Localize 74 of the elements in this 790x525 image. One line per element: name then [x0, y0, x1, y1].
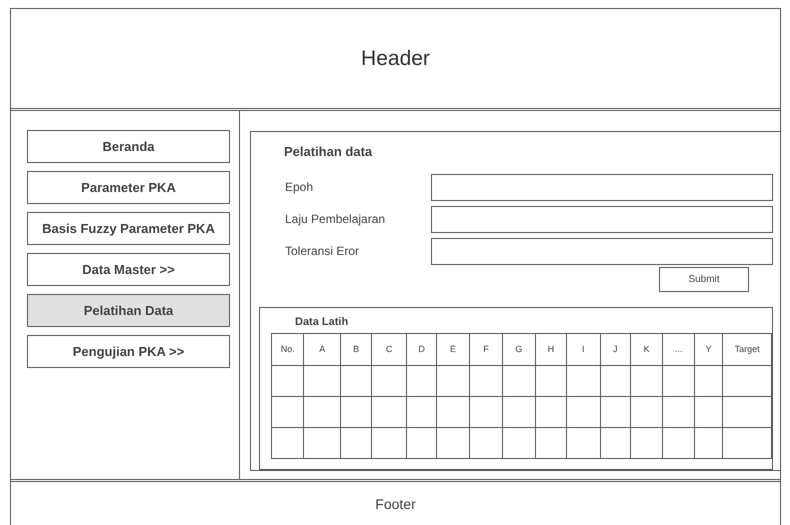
table-cell: [630, 428, 663, 458]
table-cell: [372, 428, 406, 458]
header-title: Header: [361, 46, 430, 72]
form-title: Pelatihan data: [284, 143, 374, 161]
table-cell: [372, 396, 406, 428]
table-cell: [694, 396, 723, 428]
table-cell: [436, 366, 470, 396]
table-cell: [340, 428, 372, 458]
table-cell: [272, 366, 304, 396]
sidebar-item[interactable]: Data Master >>: [27, 253, 230, 286]
table-cell: [469, 396, 503, 428]
table-cell: [662, 396, 694, 428]
table-cell: [600, 366, 630, 396]
field-label: Epoh: [285, 179, 314, 196]
column-header: D: [406, 334, 437, 366]
column-header: B: [340, 334, 372, 366]
input-field[interactable]: [431, 238, 773, 264]
table-cell: [372, 366, 406, 396]
column-header: Target: [722, 334, 772, 366]
sidebar-item[interactable]: Pelatihan Data: [27, 294, 230, 327]
table-cell: [436, 396, 470, 428]
table-cell: [694, 366, 723, 396]
sidebar-item[interactable]: Parameter PKA: [27, 171, 230, 204]
table-title: Data Latih: [295, 314, 350, 330]
table-cell: [600, 428, 630, 458]
column-header: J: [600, 334, 630, 366]
column-header: I: [566, 334, 600, 366]
table-cell: [304, 396, 340, 428]
column-header: E: [436, 334, 470, 366]
table-cell: [469, 366, 503, 396]
column-header: H: [535, 334, 567, 366]
table-cell: [535, 428, 567, 458]
table-cell: [662, 366, 694, 396]
table-cell: [469, 428, 503, 458]
table-cell: [566, 396, 600, 428]
field-label: Laju Pembelajaran: [285, 211, 386, 228]
table-cell: [502, 366, 536, 396]
table-cell: [502, 396, 536, 428]
sidebar-item[interactable]: Beranda: [27, 130, 230, 163]
table-cell: [406, 428, 437, 458]
table-cell: [600, 396, 630, 428]
table-cell: [630, 366, 663, 396]
field-label: Toleransi Eror: [285, 243, 360, 260]
column-header: K: [630, 334, 663, 366]
table-cell: [272, 428, 304, 458]
column-header: F: [469, 334, 503, 366]
footer-text: Footer: [375, 495, 416, 514]
table-cell: [694, 428, 723, 458]
table-cell: [340, 366, 372, 396]
column-header: No.: [272, 334, 304, 366]
table-cell: [340, 396, 372, 428]
table-cell: [502, 428, 536, 458]
table-cell: [566, 428, 600, 458]
table-cell: [406, 396, 437, 428]
table-cell: [304, 366, 340, 396]
table-cell: [406, 366, 437, 396]
column-header: ...: [662, 334, 694, 366]
submit-button[interactable]: Submit: [659, 266, 749, 292]
input-field[interactable]: [431, 174, 773, 200]
table-cell: [662, 428, 694, 458]
column-header: Y: [694, 334, 723, 366]
table-cell: [630, 396, 663, 428]
table-cell: [304, 428, 340, 458]
table-cell: [535, 366, 567, 396]
table-cell: [566, 366, 600, 396]
input-field[interactable]: [431, 206, 773, 232]
column-header: A: [304, 334, 340, 366]
table-cell: [272, 396, 304, 428]
column-header: C: [372, 334, 406, 366]
sidebar-item[interactable]: Basis Fuzzy Parameter PKA: [27, 212, 230, 245]
table-cell: [535, 396, 567, 428]
sidebar-item[interactable]: Pengujian PKA >>: [27, 335, 230, 368]
table-cell: [436, 428, 470, 458]
column-header: G: [502, 334, 536, 366]
